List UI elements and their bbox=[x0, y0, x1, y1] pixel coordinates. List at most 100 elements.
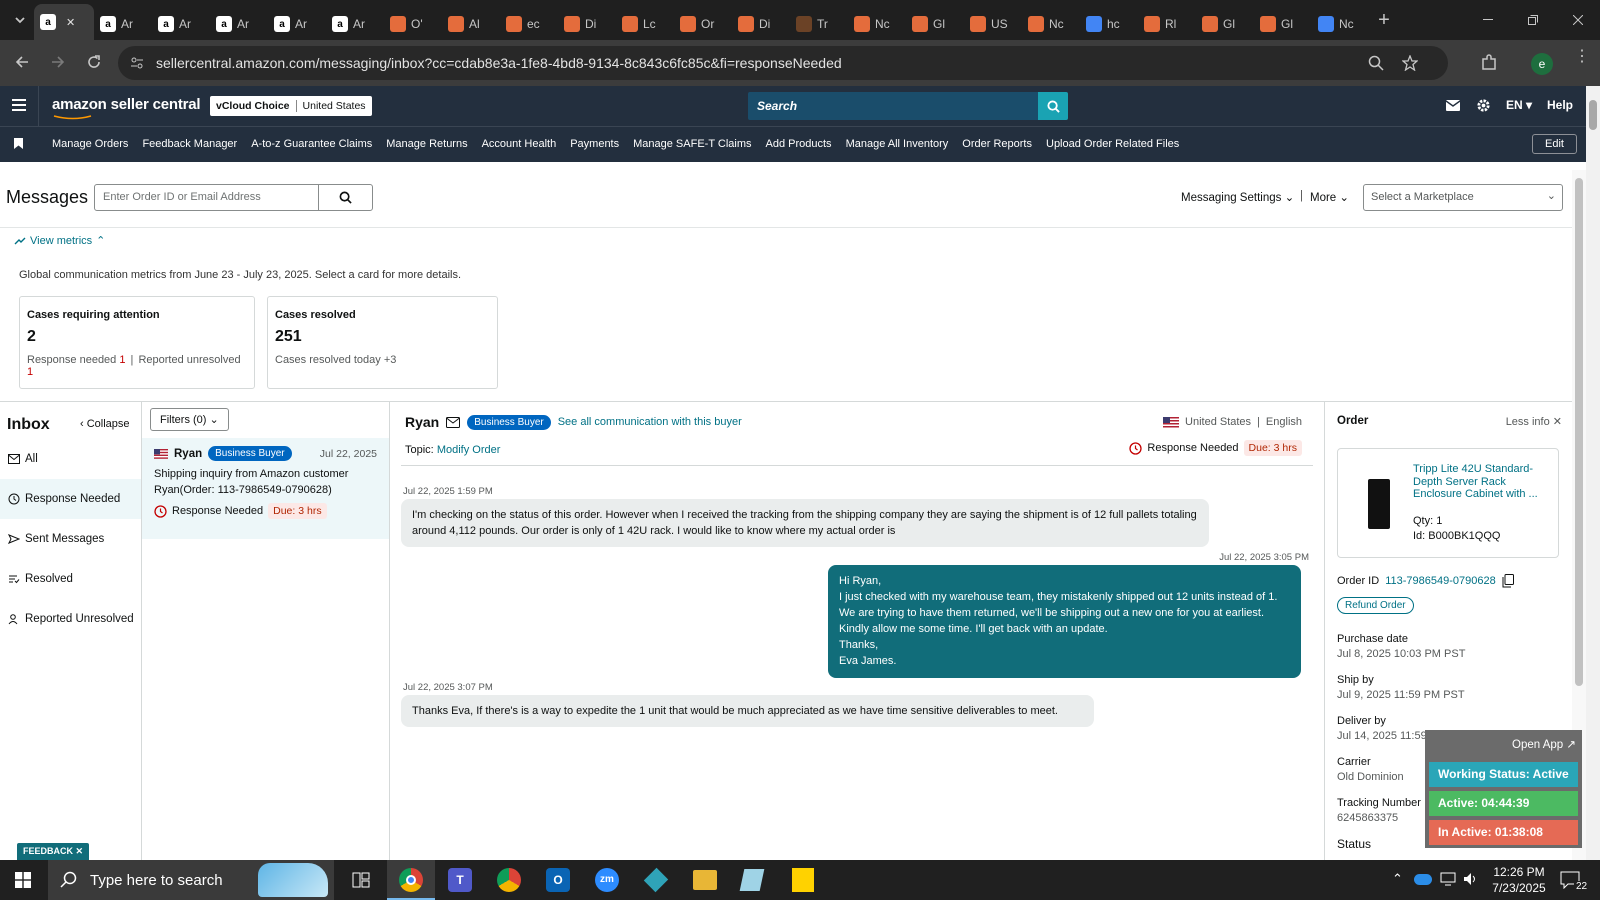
browser-tab[interactable]: hc bbox=[1080, 8, 1138, 40]
inbox-folder[interactable]: Resolved bbox=[0, 559, 141, 599]
browser-tab[interactable]: Nc bbox=[1312, 8, 1370, 40]
browser-tab[interactable]: a Ar bbox=[326, 8, 384, 40]
bookmark-star-icon[interactable] bbox=[1402, 55, 1418, 71]
header-search-input[interactable]: Search bbox=[748, 92, 1038, 120]
back-icon[interactable] bbox=[14, 54, 30, 70]
marketplace-select[interactable]: Select a Marketplace ⌄ bbox=[1363, 184, 1563, 211]
header-search-button[interactable] bbox=[1038, 92, 1068, 120]
volume-icon[interactable] bbox=[1463, 871, 1479, 887]
hamburger-menu-icon[interactable] bbox=[12, 99, 26, 111]
nav-link[interactable]: Manage All Inventory bbox=[846, 138, 949, 150]
browser-tab[interactable]: Nc bbox=[848, 8, 906, 40]
taskbar-clock[interactable]: 12:26 PM 7/23/2025 bbox=[1484, 864, 1554, 896]
order-search-input[interactable]: Enter Order ID or Email Address bbox=[94, 184, 319, 211]
site-info-icon[interactable] bbox=[130, 56, 144, 70]
browser-tab[interactable]: Lc bbox=[616, 8, 674, 40]
browser-tab[interactable]: a Ar bbox=[152, 8, 210, 40]
nav-link[interactable]: A-to-z Guarantee Claims bbox=[251, 138, 372, 150]
close-tab-icon[interactable]: ✕ bbox=[66, 16, 75, 29]
see-all-communication-link[interactable]: See all communication with this buyer bbox=[558, 416, 742, 428]
order-id-link[interactable]: 113-7986549-0790628 bbox=[1385, 575, 1496, 587]
sticky-notes-icon[interactable] bbox=[792, 868, 814, 892]
taskbar-chrome-app[interactable] bbox=[387, 860, 435, 900]
nav-link[interactable]: Order Reports bbox=[962, 138, 1032, 150]
onedrive-icon[interactable] bbox=[1414, 874, 1432, 885]
chrome-profile-icon[interactable] bbox=[497, 868, 521, 892]
teams-icon[interactable]: T bbox=[448, 868, 472, 892]
language-selector[interactable]: EN ▾ bbox=[1506, 98, 1532, 112]
refund-order-button[interactable]: Refund Order bbox=[1337, 597, 1414, 614]
nav-link[interactable]: Payments bbox=[570, 138, 619, 150]
browser-tab[interactable]: Tr bbox=[790, 8, 848, 40]
new-tab-button[interactable]: + bbox=[1370, 9, 1398, 32]
amazon-seller-central-logo[interactable]: amazon seller central bbox=[52, 96, 201, 113]
store-selector[interactable]: vCloud Choice United States bbox=[210, 96, 372, 116]
zoom-app-icon[interactable]: zm bbox=[595, 868, 619, 892]
browser-tab[interactable]: Di bbox=[732, 8, 790, 40]
less-info-button[interactable]: Less info ✕ bbox=[1506, 415, 1562, 428]
browser-tab[interactable]: Gl bbox=[1254, 8, 1312, 40]
browser-tab[interactable]: Gl bbox=[906, 8, 964, 40]
help-link[interactable]: Help bbox=[1547, 98, 1573, 112]
bookmark-icon[interactable] bbox=[14, 138, 23, 149]
inbox-folder[interactable]: Reported Unresolved bbox=[0, 599, 141, 639]
extensions-icon[interactable] bbox=[1480, 54, 1498, 72]
filters-button[interactable]: Filters (0) ⌄ bbox=[150, 408, 229, 431]
zoom-icon[interactable] bbox=[1368, 55, 1384, 71]
outlook-icon[interactable]: O bbox=[546, 868, 570, 892]
nav-link[interactable]: Feedback Manager bbox=[142, 138, 237, 150]
browser-tab[interactable]: Di bbox=[558, 8, 616, 40]
task-view-icon[interactable] bbox=[352, 871, 370, 889]
inbox-folder[interactable]: All bbox=[0, 439, 141, 479]
browser-tab[interactable]: Or bbox=[674, 8, 732, 40]
address-bar[interactable]: sellercentral.amazon.com/messaging/inbox… bbox=[118, 46, 1448, 80]
browser-tab[interactable]: US bbox=[964, 8, 1022, 40]
order-search-button[interactable] bbox=[318, 184, 373, 211]
browser-tab[interactable]: Gl bbox=[1196, 8, 1254, 40]
minimize-button[interactable] bbox=[1465, 0, 1510, 40]
mail-icon[interactable] bbox=[1446, 100, 1460, 111]
product-card[interactable]: Tripp Lite 42U Standard-Depth Server Rac… bbox=[1337, 448, 1559, 558]
browser-tab[interactable]: Nc bbox=[1022, 8, 1080, 40]
browser-tab[interactable]: a Ar bbox=[210, 8, 268, 40]
nav-link[interactable]: Manage Returns bbox=[386, 138, 467, 150]
browser-tab[interactable]: ec bbox=[500, 8, 558, 40]
browser-tab[interactable]: a ✕ bbox=[34, 4, 94, 40]
profile-avatar[interactable]: e bbox=[1531, 53, 1553, 75]
app-diamond-icon[interactable] bbox=[643, 867, 669, 893]
list-item[interactable]: Ryan Business Buyer Jul 22, 2025 Shippin… bbox=[142, 438, 389, 539]
reload-icon[interactable] bbox=[86, 54, 102, 70]
nav-link[interactable]: Upload Order Related Files bbox=[1046, 138, 1179, 150]
messaging-settings-dropdown[interactable]: Messaging Settings ⌄ bbox=[1181, 190, 1294, 204]
metric-card-attention[interactable]: Cases requiring attention 2 Response nee… bbox=[19, 296, 255, 389]
network-icon[interactable] bbox=[1440, 872, 1456, 886]
feedback-tab[interactable]: FEEDBACK ✕ bbox=[17, 843, 90, 860]
nav-link[interactable]: Add Products bbox=[766, 138, 832, 150]
metric-card-resolved[interactable]: Cases resolved 251 Cases resolved today … bbox=[267, 296, 498, 389]
inbox-folder[interactable]: Response Needed bbox=[0, 479, 141, 519]
copy-icon[interactable] bbox=[1502, 574, 1514, 588]
topic-link[interactable]: Modify Order bbox=[437, 444, 501, 456]
restore-button[interactable] bbox=[1510, 0, 1555, 40]
file-explorer-icon[interactable] bbox=[693, 870, 717, 890]
windows-start-icon[interactable] bbox=[15, 872, 31, 888]
more-dropdown[interactable]: More ⌄ bbox=[1310, 190, 1349, 204]
page-scrollbar[interactable] bbox=[1586, 86, 1600, 860]
notepad-icon[interactable] bbox=[739, 869, 765, 891]
nav-link[interactable]: Account Health bbox=[482, 138, 557, 150]
product-title-link[interactable]: Tripp Lite 42U Standard-Depth Server Rac… bbox=[1413, 463, 1551, 501]
nav-link[interactable]: Manage SAFE-T Claims bbox=[633, 138, 751, 150]
edit-nav-button[interactable]: Edit bbox=[1532, 134, 1577, 154]
close-window-button[interactable] bbox=[1555, 0, 1600, 40]
browser-tab[interactable]: O' bbox=[384, 8, 442, 40]
browser-tab[interactable]: Al bbox=[442, 8, 500, 40]
browser-tab[interactable]: a Ar bbox=[94, 8, 152, 40]
tab-search-icon[interactable] bbox=[6, 6, 34, 34]
open-app-button[interactable]: Open App ↗ bbox=[1512, 737, 1576, 751]
nav-link[interactable]: Manage Orders bbox=[52, 138, 128, 150]
taskbar-search-box[interactable]: Type here to search bbox=[48, 860, 334, 900]
forward-icon[interactable] bbox=[50, 54, 66, 70]
inbox-folder[interactable]: Sent Messages bbox=[0, 519, 141, 559]
collapse-button[interactable]: ‹ Collapse bbox=[80, 418, 130, 430]
browser-menu-icon[interactable]: ⋮ bbox=[1574, 49, 1590, 65]
